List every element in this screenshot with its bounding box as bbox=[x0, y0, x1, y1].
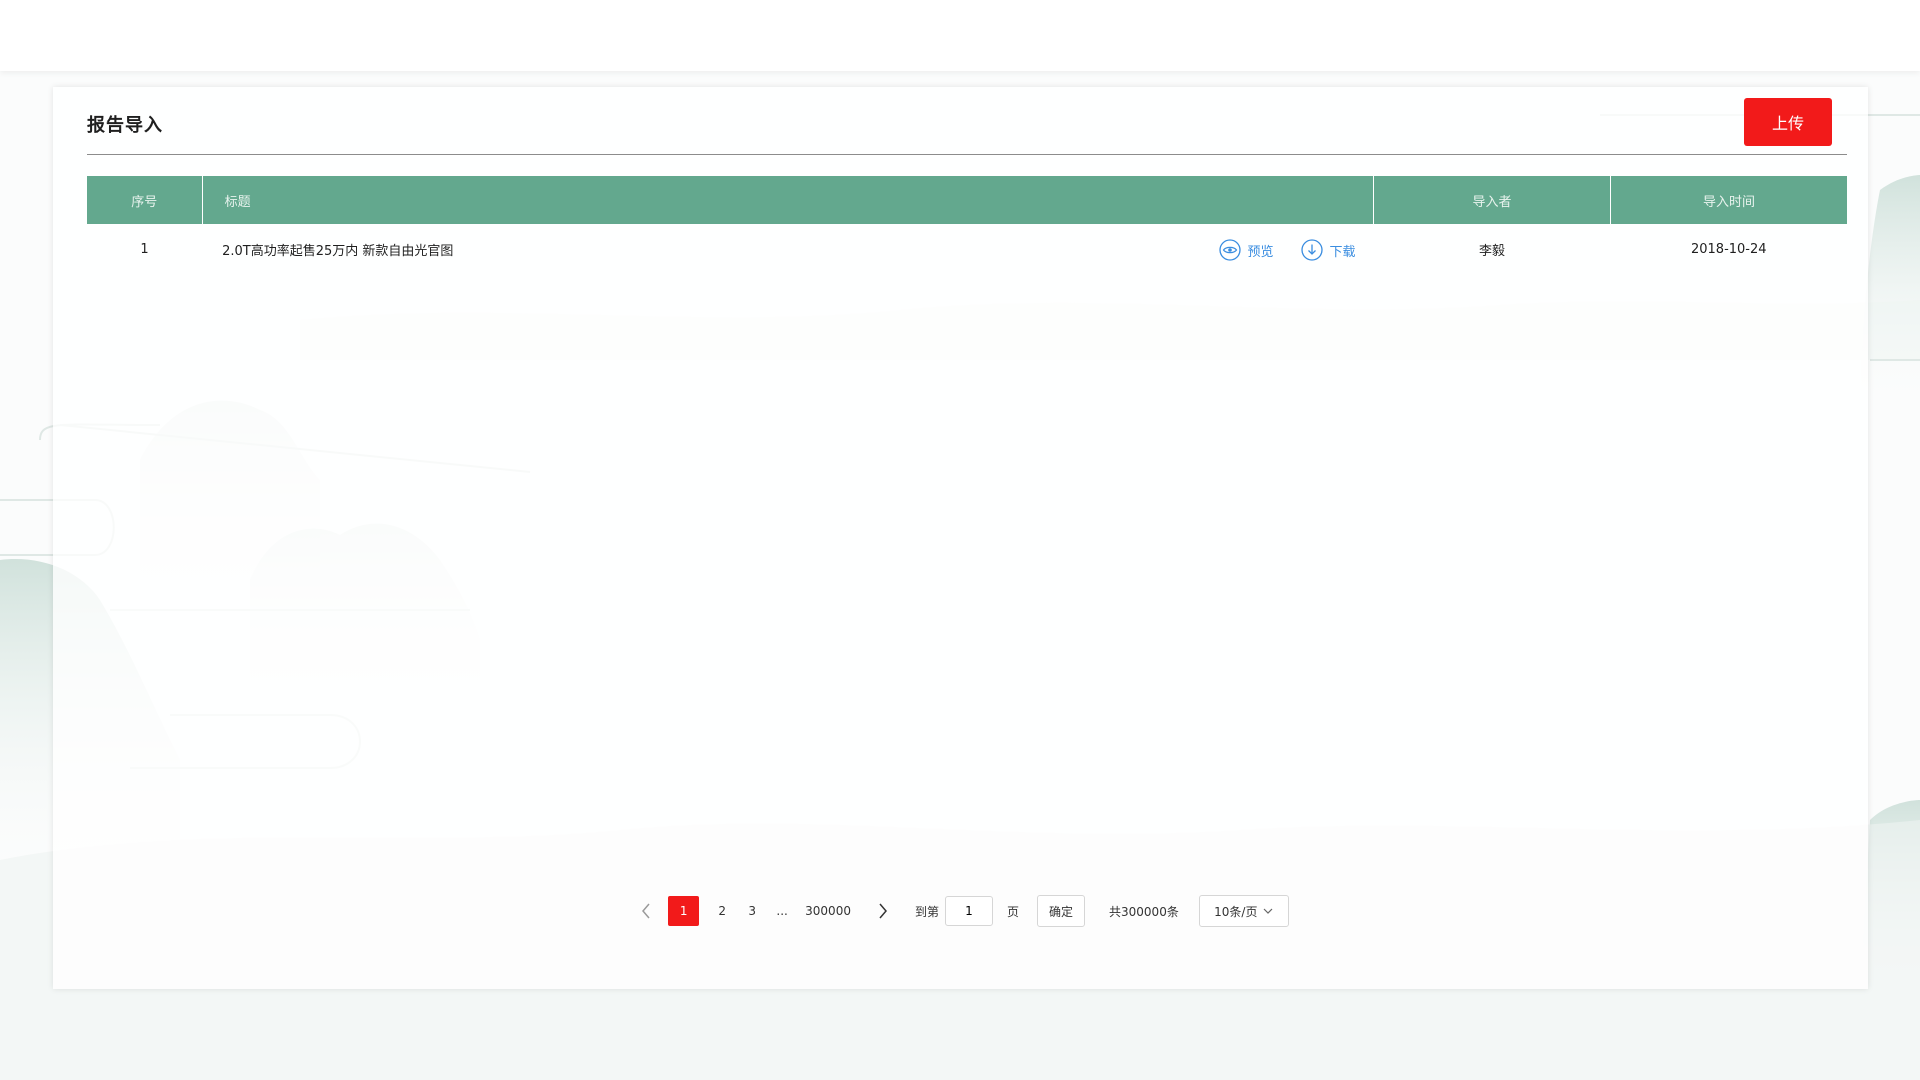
report-table: 序号 标题 导入者 导入时间 1 2.0T高功率起售25万内 新款自由光官图 预… bbox=[87, 176, 1847, 274]
goto-confirm-button[interactable]: 确定 bbox=[1037, 895, 1086, 927]
chevron-right-icon bbox=[879, 903, 887, 919]
report-import-card: 报告导入 上传 序号 标题 导入者 导入时间 1 2.0T高功率起售25万内 新… bbox=[53, 87, 1868, 989]
column-header-index: 序号 bbox=[87, 176, 203, 224]
page-3[interactable]: 3 bbox=[745, 896, 759, 926]
prev-page-button[interactable] bbox=[640, 902, 652, 920]
pagination: 1 2 3 ... 300000 到第 页 确定 共300000条 10条/页 bbox=[53, 895, 1868, 927]
top-bar bbox=[0, 0, 1920, 71]
row-importer: 李毅 bbox=[1479, 243, 1506, 259]
eye-icon bbox=[1219, 239, 1242, 261]
upload-button[interactable]: 上传 bbox=[1744, 98, 1832, 146]
goto-page-input[interactable] bbox=[944, 896, 993, 926]
row-title: 2.0T高功率起售25万内 新款自由光官图 bbox=[222, 243, 454, 259]
row-title-cell: 2.0T高功率起售25万内 新款自由光官图 预览 下载 bbox=[202, 224, 1373, 274]
chevron-down-icon bbox=[1264, 908, 1273, 914]
column-header-title: 标题 bbox=[202, 176, 1375, 224]
next-page-button[interactable] bbox=[877, 902, 889, 920]
download-label: 下载 bbox=[1329, 244, 1356, 260]
preview-label: 预览 bbox=[1247, 244, 1274, 260]
card-header: 报告导入 上传 bbox=[87, 87, 1847, 155]
total-count: 共300000条 bbox=[1109, 904, 1179, 919]
page: 报告导入 上传 序号 标题 导入者 导入时间 1 2.0T高功率起售25万内 新… bbox=[0, 0, 1920, 1080]
page-last[interactable]: 300000 bbox=[805, 896, 851, 926]
goto-suffix: 页 bbox=[1006, 904, 1019, 919]
row-actions: 预览 下载 bbox=[1219, 239, 1356, 261]
row-index: 1 bbox=[140, 241, 149, 257]
goto-prefix: 到第 bbox=[914, 904, 939, 919]
table-header-row: 序号 标题 导入者 导入时间 bbox=[87, 176, 1847, 224]
page-size-value: 10条/页 bbox=[1214, 904, 1258, 919]
chevron-left-icon bbox=[642, 903, 650, 919]
column-header-importer: 导入者 bbox=[1373, 176, 1612, 224]
page-ellipsis[interactable]: ... bbox=[775, 896, 789, 926]
table-row: 1 2.0T高功率起售25万内 新款自由光官图 预览 下载 李毅 2018-10… bbox=[87, 224, 1847, 274]
preview-action[interactable]: 预览 bbox=[1219, 239, 1273, 261]
page-title: 报告导入 bbox=[87, 115, 163, 136]
page-size-select[interactable]: 10条/页 bbox=[1198, 895, 1289, 927]
row-time: 2018-10-24 bbox=[1690, 241, 1767, 257]
download-action[interactable]: 下载 bbox=[1301, 239, 1356, 261]
download-icon bbox=[1301, 239, 1324, 261]
page-2[interactable]: 2 bbox=[715, 896, 729, 926]
page-1[interactable]: 1 bbox=[668, 896, 700, 926]
column-header-time: 导入时间 bbox=[1610, 176, 1847, 224]
